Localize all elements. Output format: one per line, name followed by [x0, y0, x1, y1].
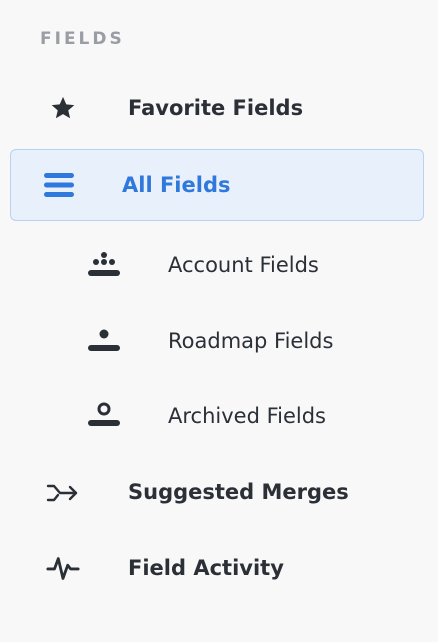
- archived-user-icon: [87, 399, 121, 433]
- nav-item-field-activity[interactable]: Field Activity: [0, 542, 438, 594]
- nav-label-archived-fields: Archived Fields: [168, 404, 326, 428]
- section-title: FIELDS: [40, 29, 125, 49]
- star-icon: [46, 91, 80, 125]
- nav-label-field-activity: Field Activity: [128, 556, 284, 580]
- nav-item-archived-fields[interactable]: Archived Fields: [0, 390, 438, 442]
- nav-label-account-fields: Account Fields: [168, 253, 319, 277]
- nav-item-all-fields[interactable]: All Fields: [10, 149, 424, 221]
- account-people-icon: [87, 248, 121, 282]
- menu-lines-icon: [42, 168, 76, 202]
- nav-label-suggested-merges: Suggested Merges: [128, 480, 349, 504]
- nav-label-favorite-fields: Favorite Fields: [128, 96, 304, 120]
- nav-item-roadmap-fields[interactable]: Roadmap Fields: [0, 315, 438, 367]
- activity-pulse-icon: [46, 551, 80, 585]
- nav-item-favorite-fields[interactable]: Favorite Fields: [0, 82, 438, 134]
- nav-label-roadmap-fields: Roadmap Fields: [168, 329, 334, 353]
- nav-item-account-fields[interactable]: Account Fields: [0, 239, 438, 291]
- merge-arrow-icon: [46, 475, 80, 509]
- roadmap-user-icon: [87, 324, 121, 358]
- nav-item-suggested-merges[interactable]: Suggested Merges: [0, 466, 438, 518]
- nav-label-all-fields: All Fields: [122, 173, 231, 197]
